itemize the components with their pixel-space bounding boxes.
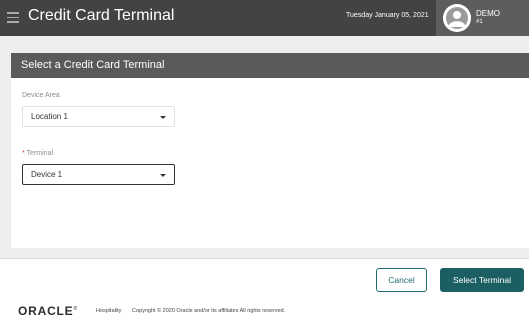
current-date: Tuesday January 05, 2021	[346, 12, 429, 19]
copyright-text: Copyright © 2020 Oracle and/or its affil…	[132, 308, 286, 314]
terminal-value: Device 1	[31, 170, 63, 179]
terminal-label-text: Terminal	[26, 150, 54, 157]
cancel-button[interactable]: Cancel	[376, 268, 427, 292]
chevron-down-icon	[160, 116, 166, 119]
device-area-label: Device Area	[22, 92, 60, 99]
panel-title: Select a Credit Card Terminal	[21, 59, 165, 71]
divider	[0, 258, 529, 259]
terminal-selection-panel: Select a Credit Card Terminal Device Are…	[11, 53, 529, 248]
user-id: #1	[476, 19, 483, 25]
oracle-logo: ORACLE®	[18, 304, 78, 318]
terminal-select[interactable]: Device 1	[22, 164, 175, 185]
user-name: DEMO	[476, 9, 500, 18]
app-title: Credit Card Terminal	[28, 7, 175, 24]
device-area-select[interactable]: Location 1	[22, 106, 175, 127]
required-marker: *	[22, 150, 25, 157]
user-menu[interactable]: DEMO #1	[436, 0, 529, 36]
hospitality-label: Hospitality	[96, 308, 122, 314]
user-avatar-icon	[443, 4, 471, 32]
terminal-label: * Terminal	[22, 150, 53, 157]
select-terminal-button[interactable]: Select Terminal	[440, 268, 524, 292]
device-area-value: Location 1	[31, 112, 68, 121]
chevron-down-icon	[160, 174, 166, 177]
top-bar: Credit Card Terminal Tuesday January 05,…	[0, 0, 529, 36]
hamburger-menu-icon[interactable]	[7, 12, 19, 23]
panel-header: Select a Credit Card Terminal	[11, 53, 529, 78]
